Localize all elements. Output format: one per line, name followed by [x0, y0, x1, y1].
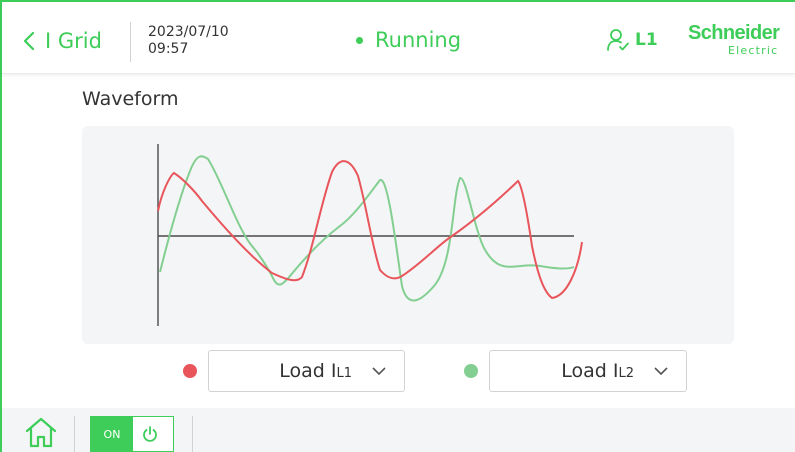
header-divider — [130, 22, 131, 62]
status-dot — [356, 36, 363, 44]
logo-sub-text: Electric — [728, 44, 779, 57]
status-text: Running — [375, 28, 462, 52]
footer-divider — [74, 416, 75, 452]
waveform-plot — [157, 144, 583, 326]
chevron-left-icon — [23, 31, 35, 51]
logo-main-text: Schneider — [688, 22, 780, 44]
user-level-label: L1 — [635, 30, 658, 50]
power-toggle[interactable]: ON — [90, 416, 174, 452]
schneider-logo: Schneider Electric — [688, 22, 795, 62]
series-2-label-sub: L2 — [618, 366, 634, 381]
chevron-down-icon — [654, 367, 668, 376]
footer-divider — [192, 416, 193, 452]
series-2-select[interactable]: Load IL2 — [489, 350, 687, 392]
page-title: Waveform — [82, 88, 179, 110]
series-1-select[interactable]: Load IL1 — [208, 350, 405, 392]
back-label: I Grid — [45, 29, 102, 53]
home-icon[interactable] — [24, 416, 58, 448]
series-1-color-dot — [183, 364, 197, 378]
date-text: 2023/07/10 — [148, 24, 229, 40]
series-1-label-sub: L1 — [336, 366, 352, 381]
chevron-down-icon — [372, 367, 386, 376]
power-icon — [143, 426, 157, 442]
waveform-chart — [82, 126, 734, 344]
series-2-line — [159, 155, 575, 302]
user-icon — [607, 29, 629, 51]
datetime: 2023/07/10 09:57 — [148, 24, 229, 58]
footer-bar: ON — [2, 408, 795, 452]
series-1-line — [157, 160, 583, 300]
series-2-label-main: Load I — [561, 360, 619, 382]
series-1-select-label: Load IL1 — [279, 360, 352, 382]
series-1-label-main: Load I — [279, 360, 337, 382]
toggle-on-label: ON — [91, 417, 133, 451]
back-button[interactable]: I Grid — [22, 26, 102, 56]
header-bar: I Grid 2023/07/10 09:57 Running L1 Schne… — [2, 2, 795, 74]
user-level-button[interactable]: L1 — [606, 28, 658, 52]
status-indicator: Running — [356, 28, 461, 52]
series-2-color-dot — [464, 364, 478, 378]
time-text: 09:57 — [148, 41, 189, 57]
series-2-select-label: Load IL2 — [561, 360, 634, 382]
